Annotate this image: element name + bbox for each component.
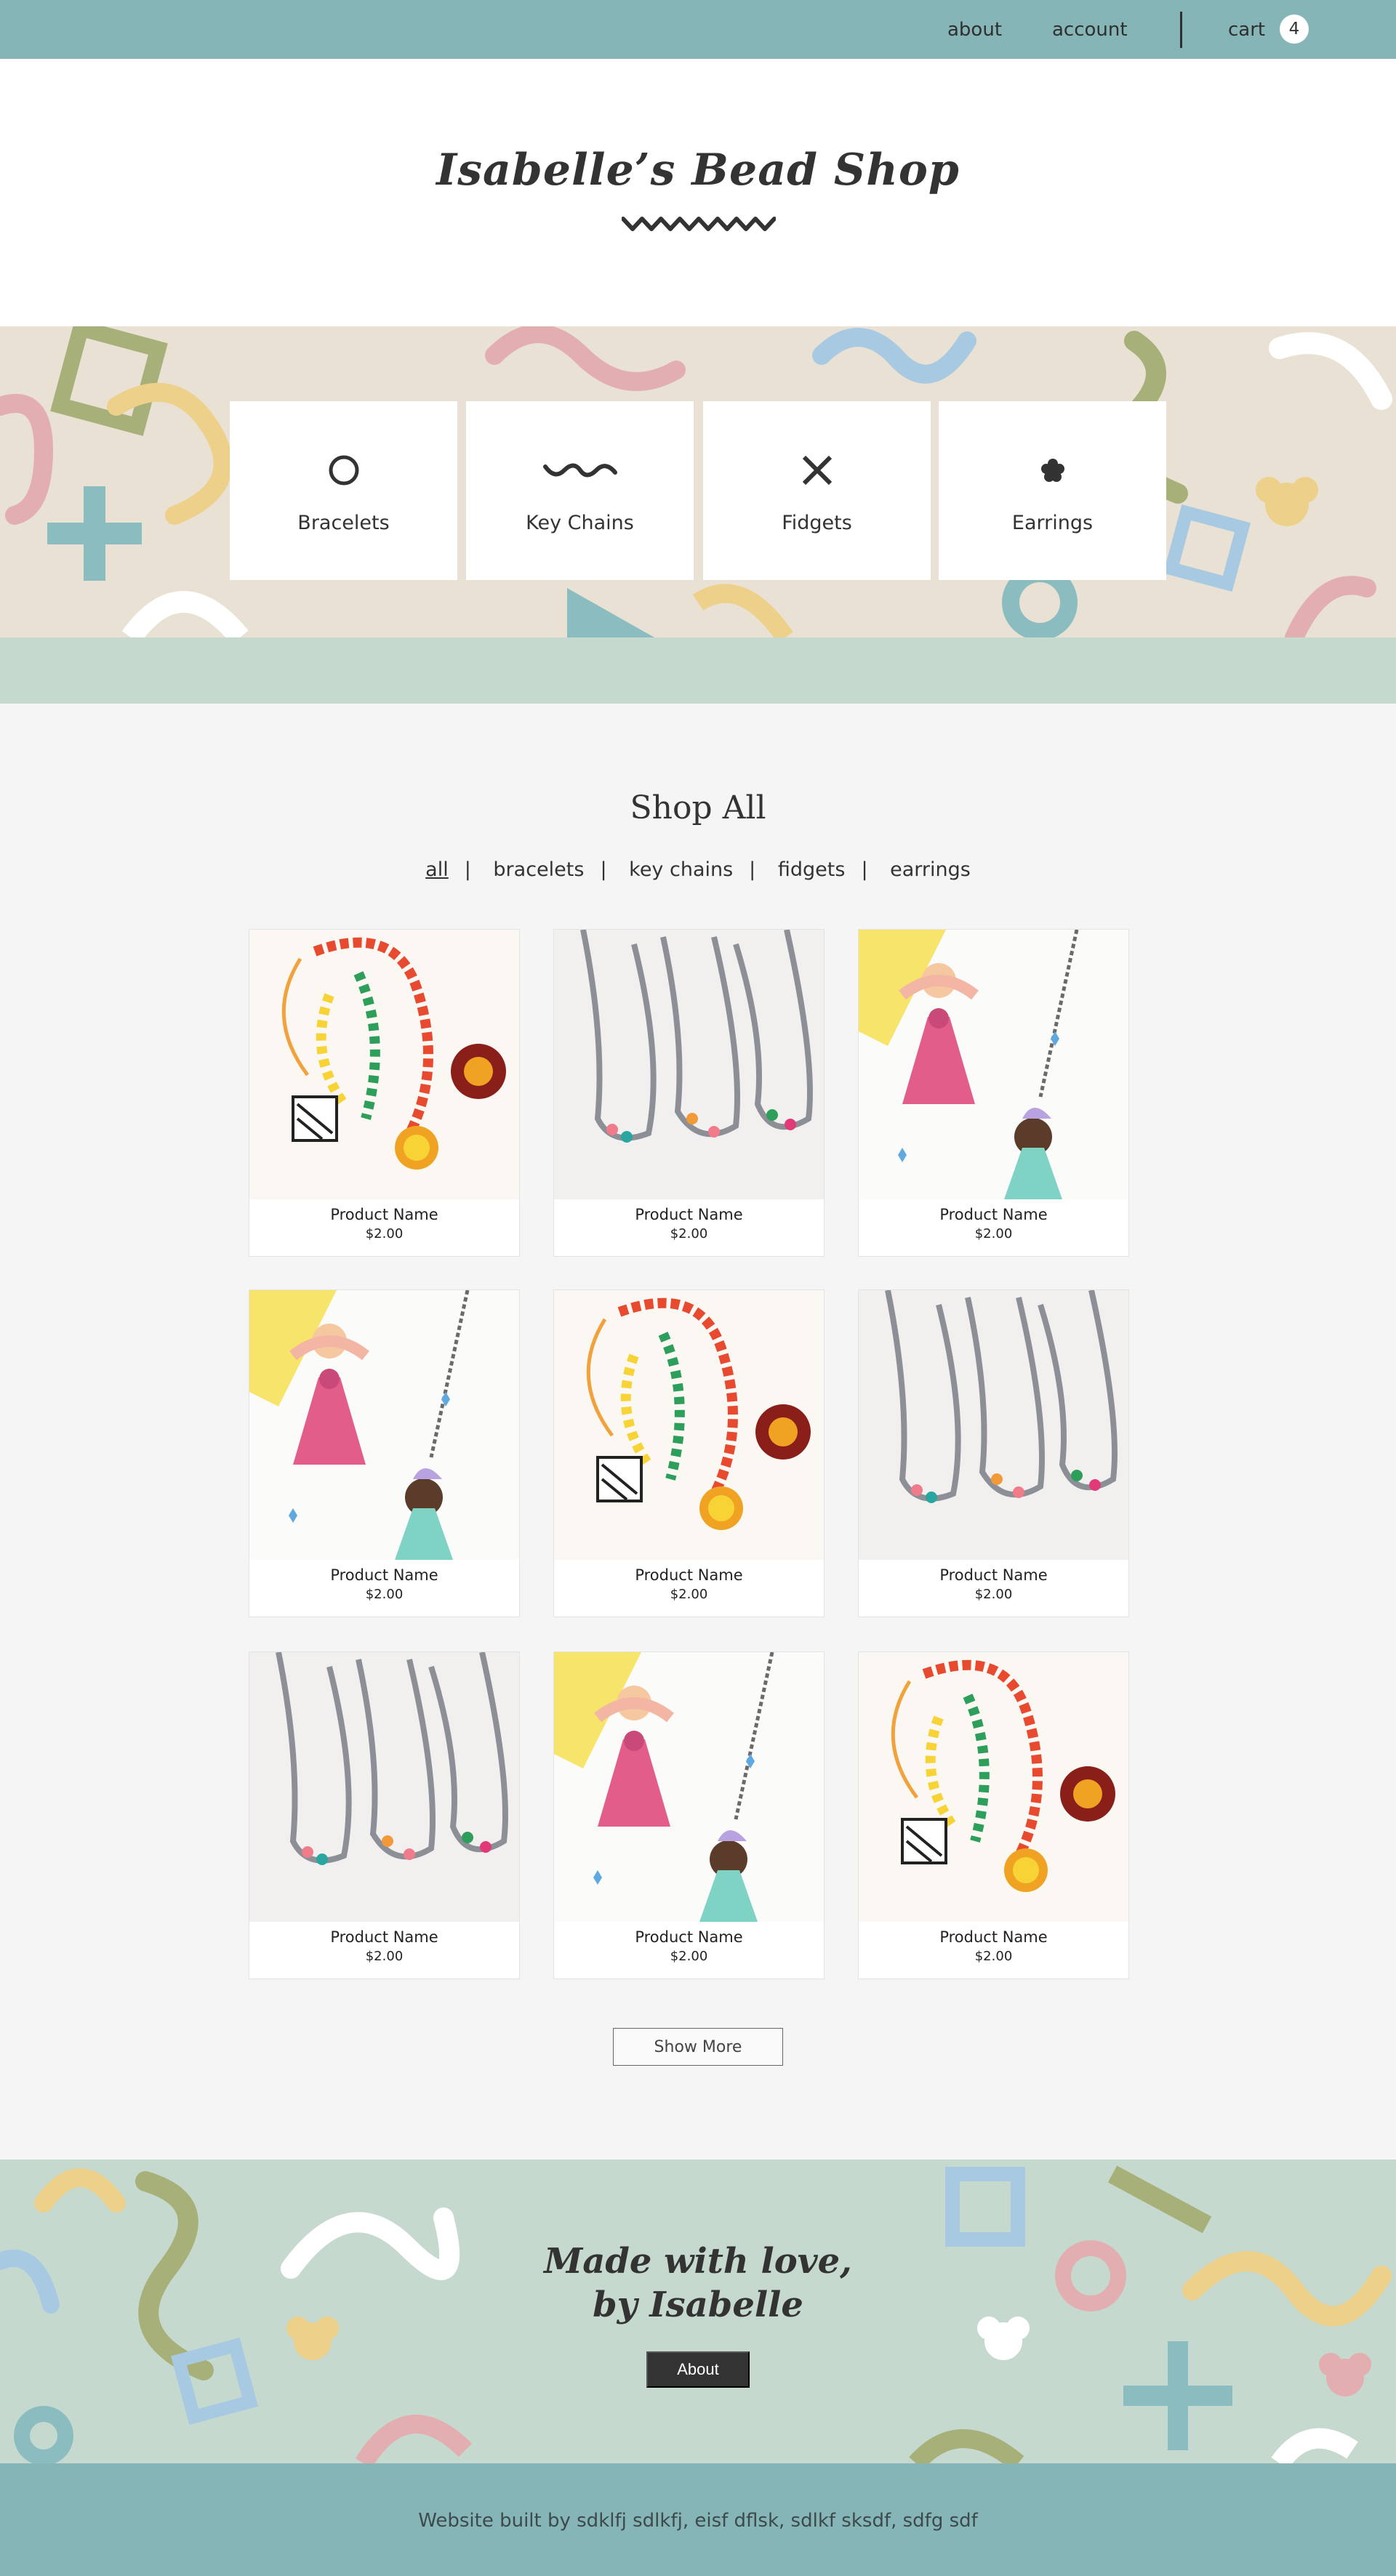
category-label: Earrings bbox=[1011, 512, 1094, 534]
category-label: Bracelets bbox=[297, 512, 390, 534]
product-image[interactable] bbox=[554, 1290, 824, 1560]
site-title[interactable]: Isabelle’s Bead Shop bbox=[0, 145, 1396, 196]
promo-section: Made with love, by Isabelle About bbox=[0, 2160, 1396, 2463]
filter-separator: | bbox=[861, 858, 868, 881]
category-label: Key Chains bbox=[526, 512, 634, 534]
cart-count-badge[interactable]: 4 bbox=[1280, 15, 1309, 44]
nav-account-link[interactable]: account bbox=[1052, 19, 1128, 41]
filter-bracelets[interactable]: bracelets bbox=[493, 858, 584, 881]
product-card[interactable]: Product Name $2.00 bbox=[249, 929, 520, 1257]
flower-icon bbox=[939, 448, 1166, 492]
product-image[interactable] bbox=[859, 930, 1128, 1199]
product-image[interactable] bbox=[554, 930, 824, 1199]
filter-separator: | bbox=[749, 858, 756, 881]
promo-heading-line-1: Made with love, bbox=[544, 2241, 852, 2282]
product-price: $2.00 bbox=[365, 1949, 404, 1964]
product-name[interactable]: Product Name bbox=[554, 1928, 824, 1946]
product-image[interactable] bbox=[249, 930, 519, 1199]
product-price: $2.00 bbox=[365, 1587, 404, 1602]
product-image[interactable] bbox=[554, 1652, 824, 1922]
product-name[interactable]: Product Name bbox=[859, 1206, 1128, 1223]
shop-all-section: Shop All all | bracelets | key chains | fid… bbox=[0, 704, 1396, 2160]
wave-icon bbox=[466, 448, 694, 492]
site-footer: Website built by sdklfj sdlkfj, eisf dfl… bbox=[0, 2463, 1396, 2576]
product-card[interactable]: Product Name $2.00 bbox=[553, 1289, 825, 1617]
nav-cart-link[interactable]: cart bbox=[1228, 19, 1265, 41]
product-card[interactable]: Product Name $2.00 bbox=[858, 1651, 1129, 1979]
product-price: $2.00 bbox=[974, 1226, 1013, 1241]
show-more-button[interactable]: Show More bbox=[613, 2028, 783, 2066]
product-image[interactable] bbox=[859, 1652, 1128, 1922]
product-name[interactable]: Product Name bbox=[249, 1928, 519, 1946]
nav-about-link[interactable]: about bbox=[947, 19, 1002, 41]
about-button[interactable]: About bbox=[646, 2351, 750, 2388]
product-name[interactable]: Product Name bbox=[554, 1206, 824, 1223]
top-nav: about account cart 4 bbox=[0, 0, 1396, 59]
shop-title: Shop All bbox=[630, 789, 766, 826]
promo-heading-line-2: by Isabelle bbox=[593, 2285, 803, 2325]
filter-bar: all | bracelets | key chains | fidgets | ear… bbox=[0, 858, 1396, 881]
site-header: Isabelle’s Bead Shop bbox=[0, 59, 1396, 326]
product-price: $2.00 bbox=[670, 1226, 708, 1241]
circle-icon bbox=[230, 448, 457, 492]
category-card-key-chains[interactable]: Key Chains bbox=[466, 401, 694, 580]
product-name[interactable]: Product Name bbox=[859, 1928, 1128, 1946]
product-image[interactable] bbox=[859, 1290, 1128, 1560]
filter-earrings[interactable]: earrings bbox=[890, 858, 971, 881]
product-card[interactable]: Product Name $2.00 bbox=[249, 1651, 520, 1979]
filter-key-chains[interactable]: key chains bbox=[629, 858, 733, 881]
mint-divider-strip bbox=[0, 637, 1396, 704]
category-card-earrings[interactable]: Earrings bbox=[939, 401, 1166, 580]
product-card[interactable]: Product Name $2.00 bbox=[553, 1651, 825, 1979]
footer-credit-text: Website built by sdklfj sdlkfj, eisf dfl… bbox=[418, 2510, 978, 2532]
product-price: $2.00 bbox=[365, 1226, 404, 1241]
filter-fidgets[interactable]: fidgets bbox=[778, 858, 846, 881]
product-name[interactable]: Product Name bbox=[249, 1566, 519, 1584]
category-card-fidgets[interactable]: Fidgets bbox=[703, 401, 931, 580]
filter-all[interactable]: all bbox=[425, 858, 449, 881]
product-card[interactable]: Product Name $2.00 bbox=[249, 1289, 520, 1617]
x-icon bbox=[703, 448, 931, 492]
product-price: $2.00 bbox=[974, 1587, 1013, 1602]
product-name[interactable]: Product Name bbox=[859, 1566, 1128, 1584]
filter-separator: | bbox=[600, 858, 607, 881]
category-label: Fidgets bbox=[782, 512, 852, 534]
decorative-shapes-background bbox=[0, 326, 1392, 637]
product-price: $2.00 bbox=[670, 1949, 708, 1964]
product-card[interactable]: Product Name $2.00 bbox=[858, 929, 1129, 1257]
product-image[interactable] bbox=[249, 1652, 519, 1922]
product-card[interactable]: Product Name $2.00 bbox=[553, 929, 825, 1257]
product-image[interactable] bbox=[249, 1290, 519, 1560]
category-card-bracelets[interactable]: Bracelets bbox=[230, 401, 457, 580]
product-name[interactable]: Product Name bbox=[554, 1566, 824, 1584]
product-price: $2.00 bbox=[670, 1587, 708, 1602]
product-name[interactable]: Product Name bbox=[249, 1206, 519, 1223]
filter-separator: | bbox=[464, 858, 471, 881]
product-card[interactable]: Product Name $2.00 bbox=[858, 1289, 1129, 1617]
nav-divider bbox=[1180, 12, 1182, 48]
squiggle-divider-icon bbox=[622, 217, 776, 231]
category-band: Bracelets Key Chains Fidgets Earrings bbox=[0, 326, 1396, 637]
product-price: $2.00 bbox=[974, 1949, 1013, 1964]
